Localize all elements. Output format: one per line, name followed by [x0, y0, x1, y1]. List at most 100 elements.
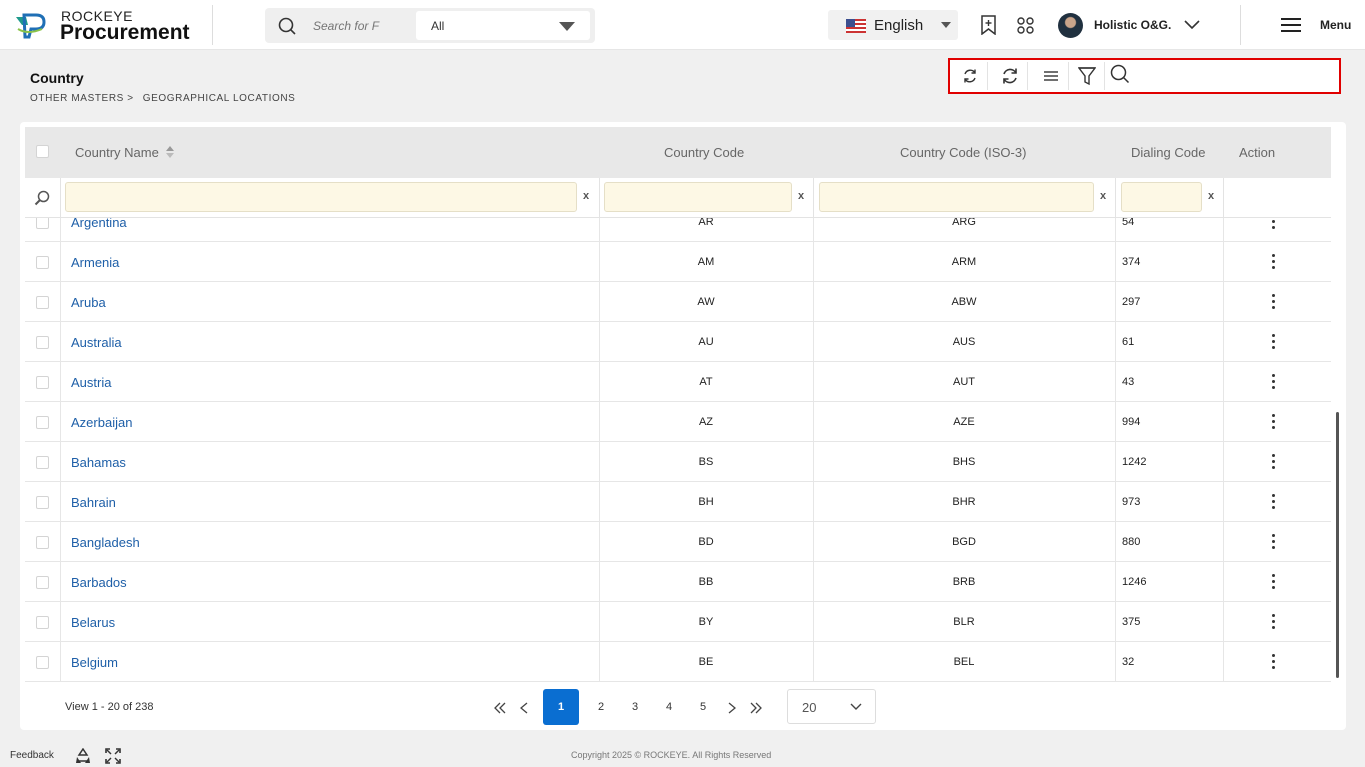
country-name-link[interactable]: Azerbaijan — [71, 415, 132, 430]
filter-dialing-code-input[interactable] — [1121, 182, 1202, 212]
country-name-link[interactable]: Australia — [71, 335, 122, 350]
clear-filter-button[interactable]: x — [1100, 190, 1106, 202]
more-actions-icon[interactable] — [1272, 654, 1276, 670]
fullscreen-icon[interactable] — [105, 748, 121, 764]
columns-button[interactable] — [1033, 62, 1069, 90]
column-header-country-name[interactable]: Country Name — [75, 145, 159, 160]
table-row[interactable]: Armenia AM ARM 374 — [25, 242, 1331, 282]
more-actions-icon[interactable] — [1272, 254, 1276, 270]
clear-filter-button[interactable]: x — [583, 190, 589, 202]
country-code-cell: AM — [697, 256, 715, 268]
row-checkbox[interactable] — [36, 456, 49, 469]
row-checkbox[interactable] — [36, 496, 49, 509]
country-name-link[interactable]: Bahamas — [71, 455, 126, 470]
user-name[interactable]: Holistic O&G. — [1094, 18, 1171, 32]
more-actions-icon[interactable] — [1272, 294, 1276, 310]
global-search-input[interactable] — [313, 16, 383, 36]
next-page-icon[interactable] — [728, 702, 736, 714]
menu-button[interactable]: Menu — [1320, 18, 1351, 32]
breadcrumb-item[interactable]: OTHER MASTERS > — [30, 93, 134, 104]
page-size-value: 20 — [802, 700, 817, 715]
row-checkbox[interactable] — [36, 256, 49, 269]
more-actions-icon[interactable] — [1272, 494, 1276, 510]
filter-button[interactable] — [1069, 62, 1105, 90]
refresh-button[interactable] — [992, 62, 1028, 90]
table-row[interactable]: Belgium BE BEL 32 — [25, 642, 1331, 682]
country-name-link[interactable]: Armenia — [71, 255, 119, 270]
row-checkbox[interactable] — [36, 416, 49, 429]
table-row[interactable]: Barbados BB BRB 1246 — [25, 562, 1331, 602]
country-code-cell: BH — [698, 496, 714, 508]
filter-country-code-input[interactable] — [604, 182, 792, 212]
page-3-button[interactable]: 3 — [627, 693, 643, 721]
hamburger-menu-icon[interactable] — [1281, 17, 1301, 33]
more-actions-icon[interactable] — [1272, 218, 1276, 230]
more-actions-icon[interactable] — [1272, 614, 1276, 630]
table-row[interactable]: Austria AT AUT 43 — [25, 362, 1331, 402]
country-name-link[interactable]: Austria — [71, 375, 111, 390]
more-actions-icon[interactable] — [1272, 414, 1276, 430]
select-all-checkbox[interactable] — [36, 145, 49, 158]
filter-iso3-input[interactable] — [819, 182, 1094, 212]
more-actions-icon[interactable] — [1272, 374, 1276, 390]
page-4-button[interactable]: 4 — [661, 693, 677, 721]
row-checkbox[interactable] — [36, 576, 49, 589]
search-scope-select[interactable]: All — [416, 11, 590, 40]
column-header-country-code[interactable]: Country Code — [664, 145, 744, 160]
clear-filter-button[interactable]: x — [1208, 190, 1214, 202]
table-row[interactable]: Aruba AW ABW 297 — [25, 282, 1331, 322]
page-size-select[interactable]: 20 — [787, 689, 876, 724]
reset-button[interactable] — [952, 62, 988, 90]
page-1-button[interactable]: 1 — [543, 689, 579, 725]
search-icon[interactable] — [278, 17, 296, 35]
previous-page-icon[interactable] — [520, 702, 528, 714]
more-actions-icon[interactable] — [1272, 454, 1276, 470]
table-row[interactable]: Bahamas BS BHS 1242 — [25, 442, 1331, 482]
row-checkbox[interactable] — [36, 536, 49, 549]
row-checkbox[interactable] — [36, 376, 49, 389]
first-page-icon[interactable] — [494, 702, 506, 714]
row-checkbox[interactable] — [36, 218, 49, 229]
more-actions-icon[interactable] — [1272, 534, 1276, 550]
row-checkbox[interactable] — [36, 296, 49, 309]
breadcrumb-item[interactable]: GEOGRAPHICAL LOCATIONS — [143, 93, 296, 104]
clear-filter-button[interactable]: x — [798, 190, 804, 202]
country-name-link[interactable]: Belgium — [71, 655, 118, 670]
table-row[interactable]: Belarus BY BLR 375 — [25, 602, 1331, 642]
vertical-scrollbar[interactable] — [1336, 412, 1339, 678]
last-page-icon[interactable] — [750, 702, 762, 714]
sort-icon[interactable] — [166, 146, 174, 158]
country-name-link[interactable]: Argentina — [71, 218, 127, 230]
country-name-link[interactable]: Bangladesh — [71, 535, 140, 550]
pagination-bar: View 1 - 20 of 238 1 2 3 4 5 20 — [20, 685, 1346, 730]
row-checkbox[interactable] — [36, 656, 49, 669]
page-2-button[interactable]: 2 — [593, 693, 609, 721]
filter-country-name-input[interactable] — [65, 182, 577, 212]
more-actions-icon[interactable] — [1272, 334, 1276, 350]
dialing-code-cell: 994 — [1122, 416, 1141, 428]
table-row[interactable]: Bahrain BH BHR 973 — [25, 482, 1331, 522]
country-name-link[interactable]: Aruba — [71, 295, 106, 310]
column-header-iso3[interactable]: Country Code (ISO-3) — [900, 145, 1026, 160]
user-avatar[interactable] — [1058, 13, 1083, 38]
table-row[interactable]: Azerbaijan AZ AZE 994 — [25, 402, 1331, 442]
page-5-button[interactable]: 5 — [695, 693, 711, 721]
apps-grid-icon[interactable] — [1017, 17, 1034, 34]
country-name-link[interactable]: Belarus — [71, 615, 115, 630]
recycle-icon[interactable] — [75, 748, 91, 764]
row-checkbox[interactable] — [36, 616, 49, 629]
country-name-link[interactable]: Barbados — [71, 575, 127, 590]
country-name-link[interactable]: Bahrain — [71, 495, 116, 510]
row-checkbox[interactable] — [36, 336, 49, 349]
table-row[interactable]: Bangladesh BD BGD 880 — [25, 522, 1331, 562]
column-header-dialing-code[interactable]: Dialing Code — [1131, 145, 1205, 160]
search-icon[interactable] — [1110, 64, 1130, 84]
language-select[interactable]: English — [828, 10, 958, 40]
table-row[interactable]: Australia AU AUS 61 — [25, 322, 1331, 362]
table-row[interactable]: Argentina AR ARG 54 — [25, 218, 1331, 242]
feedback-link[interactable]: Feedback — [10, 750, 54, 761]
bookmark-icon[interactable] — [980, 15, 997, 35]
chevron-down-icon[interactable] — [1184, 20, 1200, 30]
more-actions-icon[interactable] — [1272, 574, 1276, 590]
column-divider — [60, 178, 61, 218]
